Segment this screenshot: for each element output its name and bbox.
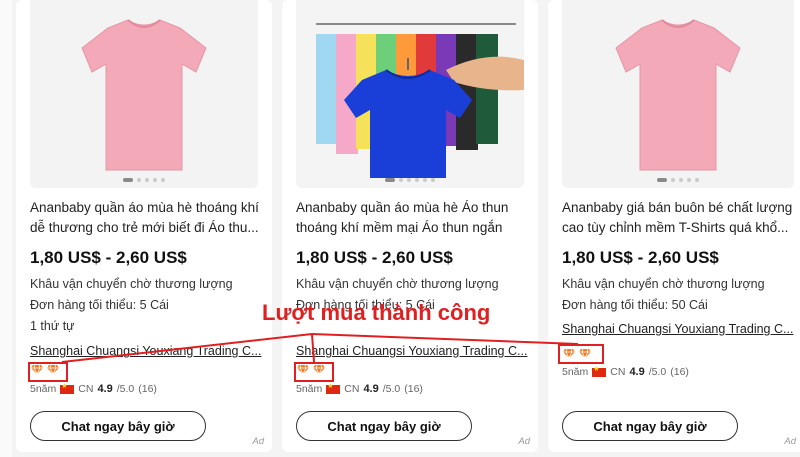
supplier-meta: 5năm CN 4.9/5.0 (16)	[562, 365, 689, 379]
annotation-box-2	[294, 362, 334, 382]
product-card-1[interactable]: Ananbaby quần áo mùa hè thoáng khí dễ th…	[16, 0, 272, 452]
shipping-info: Khâu vận chuyển chờ thương lượng	[562, 277, 765, 291]
ad-label: Ad	[518, 436, 530, 447]
min-order: Đơn hàng tối thiểu: 5 Cái	[30, 298, 169, 312]
order-rank: 1 thứ tự	[30, 319, 75, 333]
carousel-dots[interactable]	[657, 178, 699, 182]
years-label: 5năm	[296, 383, 323, 395]
rating-value: 4.9	[629, 366, 645, 378]
product-card-2[interactable]: Ananbaby quần áo mùa hè Áo thun thoáng k…	[282, 0, 538, 452]
product-title[interactable]: Ananbaby quần áo mùa hè thoáng khí dễ th…	[30, 198, 262, 238]
shipping-info: Khâu vận chuyển chờ thương lượng	[30, 277, 233, 291]
chat-now-button[interactable]: Chat ngay bây giờ	[562, 411, 738, 441]
rating-value: 4.9	[97, 383, 113, 395]
product-price: 1,80 US$ - 2,60 US$	[562, 248, 719, 267]
annotation-box-1	[28, 362, 68, 382]
pink-tshirt-icon	[615, 19, 741, 171]
supplier-link[interactable]: Shanghai Chuangsi Youxiang Trading C...	[30, 344, 266, 358]
product-price: 1,80 US$ - 2,60 US$	[296, 248, 453, 267]
china-flag-icon	[60, 382, 75, 394]
chat-now-button[interactable]: Chat ngay bây giờ	[296, 411, 472, 441]
country-code: CN	[610, 366, 626, 378]
country-code: CN	[344, 383, 360, 395]
pink-tshirt-icon	[81, 19, 207, 171]
min-order: Đơn hàng tối thiểu: 50 Cái	[562, 298, 708, 312]
product-image-1[interactable]	[30, 0, 258, 188]
carousel-dots[interactable]	[123, 178, 165, 182]
carousel-dots[interactable]	[385, 178, 435, 182]
review-count: (16)	[404, 383, 423, 395]
product-title[interactable]: Ananbaby quần áo mùa hè Áo thun thoáng k…	[296, 198, 528, 238]
ad-label: Ad	[784, 436, 796, 447]
review-count: (16)	[670, 366, 689, 378]
product-image-2[interactable]	[296, 0, 524, 188]
chat-now-button[interactable]: Chat ngay bây giờ	[30, 411, 206, 441]
china-flag-icon	[326, 382, 341, 394]
rating-value: 4.9	[363, 383, 379, 395]
annotation-label: Lượt mua thành công	[262, 300, 491, 325]
product-price: 1,80 US$ - 2,60 US$	[30, 248, 187, 267]
years-label: 5năm	[562, 366, 589, 378]
supplier-meta: 5năm CN 4.9/5.0 (16)	[296, 382, 423, 396]
supplier-link[interactable]: Shanghai Chuangsi Youxiang Trading C...	[296, 344, 532, 358]
rating-max: /5.0	[116, 383, 135, 395]
product-card-3[interactable]: Ananbaby giá bán buôn bé chất lượng cao …	[548, 0, 800, 452]
colorful-tshirts-icon	[296, 0, 524, 188]
china-flag-icon	[592, 365, 607, 377]
product-image-3[interactable]	[562, 0, 794, 188]
left-edge	[0, 0, 12, 457]
rating-max: /5.0	[382, 383, 401, 395]
ad-label: Ad	[252, 436, 264, 447]
annotation-box-3	[558, 344, 604, 364]
supplier-meta: 5năm CN 4.9/5.0 (16)	[30, 382, 157, 396]
rating-max: /5.0	[648, 366, 667, 378]
supplier-link[interactable]: Shanghai Chuangsi Youxiang Trading C...	[562, 322, 798, 336]
years-label: 5năm	[30, 383, 57, 395]
review-count: (16)	[138, 383, 157, 395]
shipping-info: Khâu vận chuyển chờ thương lượng	[296, 277, 499, 291]
product-title[interactable]: Ananbaby giá bán buôn bé chất lượng cao …	[562, 198, 794, 238]
country-code: CN	[78, 383, 94, 395]
